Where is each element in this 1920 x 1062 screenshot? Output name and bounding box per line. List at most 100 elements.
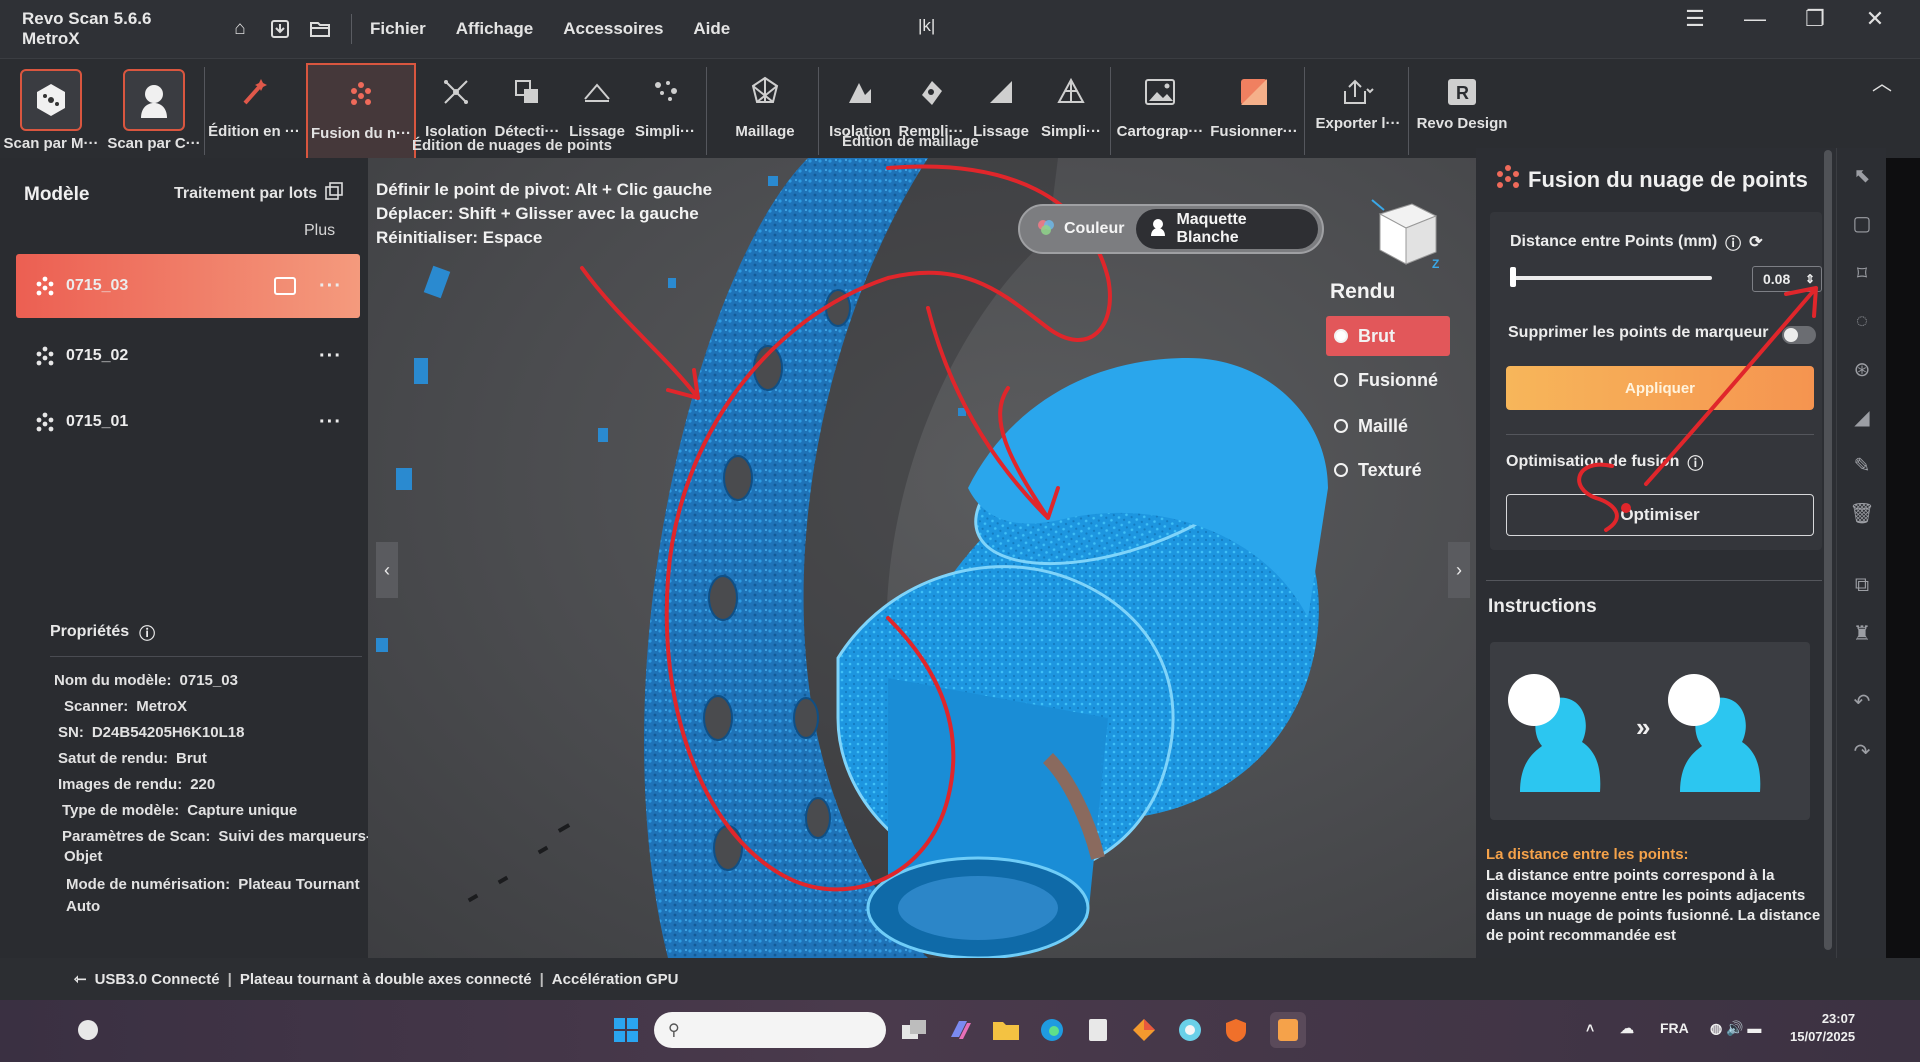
render-option-fused[interactable]: Fusionné xyxy=(1326,360,1450,400)
display-mode-toggle[interactable]: Couleur Maquette Blanche xyxy=(1018,204,1324,254)
render-option-mesh[interactable]: Maillé xyxy=(1326,406,1450,446)
menu-bar: Fichier Affichage Accessoires Aide xyxy=(370,19,730,39)
group-label-mesh: Édition de maillage xyxy=(842,133,979,150)
export-icon xyxy=(1335,69,1381,115)
model-name: 0715_02 xyxy=(66,347,129,364)
mapping-button[interactable]: Cartograp··· xyxy=(1116,63,1204,159)
home-icon[interactable]: ⌂ xyxy=(227,16,253,42)
isolation-mesh-icon xyxy=(837,69,883,115)
mode-white-option[interactable]: Maquette Blanche xyxy=(1136,209,1318,249)
scan-marker-button[interactable]: Scan par M··· xyxy=(4,63,99,159)
prop-render-images: Images de rendu: 220 xyxy=(58,776,215,793)
mode-color-option[interactable]: Couleur xyxy=(1024,209,1136,249)
model-item[interactable]: 0715_02 ··· xyxy=(16,324,360,388)
info-icon[interactable]: ⓘ xyxy=(139,620,155,644)
merge-button[interactable]: Fusionner··· xyxy=(1208,63,1300,159)
rectangle-select-icon[interactable]: ▢ xyxy=(1849,210,1875,236)
reset-icon[interactable]: ⟳ xyxy=(1749,232,1762,252)
panel-scrollbar[interactable] xyxy=(1824,150,1832,950)
model-item[interactable]: 0715_01 ··· xyxy=(16,390,360,454)
render-option-label: Fusionné xyxy=(1358,369,1438,390)
collapse-ribbon-icon[interactable]: ︿ xyxy=(1872,67,1892,96)
menu-aide[interactable]: Aide xyxy=(693,19,730,39)
fusion-button[interactable]: Fusion du n··· xyxy=(306,63,416,159)
menu-fichier[interactable]: Fichier xyxy=(370,19,426,39)
settings-sliders-icon[interactable]: ☰ xyxy=(1680,4,1710,34)
simplify-label: Simpli··· xyxy=(635,123,695,140)
widgets-icon[interactable] xyxy=(70,1012,106,1048)
clean-icon[interactable]: ♜ xyxy=(1849,620,1875,646)
security-shield-icon[interactable] xyxy=(1218,1012,1254,1048)
task-view-icon[interactable] xyxy=(896,1012,932,1048)
notepad-icon[interactable] xyxy=(1080,1012,1116,1048)
redo-icon[interactable]: ↷ xyxy=(1849,738,1875,764)
batch-label: Traitement par lots xyxy=(174,184,318,202)
prop-model-type: Type de modèle: Capture unique xyxy=(62,802,297,819)
simplify-button[interactable]: Simpli··· xyxy=(632,63,698,159)
plane-cut-icon[interactable]: ◢ xyxy=(1849,404,1875,430)
undo-icon[interactable]: ↶ xyxy=(1849,688,1875,714)
info-icon[interactable]: ⓘ xyxy=(1725,230,1741,254)
radio-icon xyxy=(1334,373,1348,387)
copy-icon[interactable]: ⧉ xyxy=(1849,572,1875,598)
brush-select-icon[interactable]: ◌ xyxy=(1849,308,1875,334)
active-app-icon[interactable] xyxy=(1270,1012,1306,1048)
menu-accessoires[interactable]: Accessoires xyxy=(563,19,663,39)
expand-left-panel-button[interactable]: ‹ xyxy=(376,542,398,598)
render-option-label: Brut xyxy=(1358,325,1395,346)
more-options-icon[interactable]: ··· xyxy=(319,411,342,434)
clock-date: 15/07/2025 xyxy=(1790,1029,1856,1044)
start-icon[interactable] xyxy=(608,1012,644,1048)
meshing-button[interactable]: Maillage xyxy=(722,63,808,159)
cloud-icon[interactable]: ☁ xyxy=(1620,1020,1634,1037)
revo-design-button[interactable]: R Revo Design xyxy=(1412,63,1512,159)
prop-value: Capture unique xyxy=(187,802,298,819)
minimize-button[interactable]: — xyxy=(1740,4,1770,34)
language-indicator[interactable]: FRA xyxy=(1660,1020,1689,1036)
edge-browser-icon[interactable] xyxy=(1034,1012,1070,1048)
batch-icon xyxy=(325,182,343,205)
more-link[interactable]: Plus xyxy=(304,222,335,240)
close-button[interactable]: ✕ xyxy=(1860,4,1890,34)
taskbar: ⚲ ˄ ☁ FRA ◍ 🔊 ▬ 23:07 15/07/2025 xyxy=(0,1000,1920,1062)
edit-icon[interactable]: ✎ xyxy=(1849,452,1875,478)
menu-affichage[interactable]: Affichage xyxy=(456,19,533,39)
hand-drawn-annotation xyxy=(1577,286,1818,532)
folder-icon[interactable] xyxy=(307,16,333,42)
edit-button[interactable]: Édition en ··· xyxy=(206,63,302,159)
hint-move: Déplacer: Shift + Glisser avec la gauche xyxy=(376,204,699,223)
network-volume-icon[interactable]: ◍ 🔊 ▬ xyxy=(1710,1020,1761,1037)
delete-icon[interactable]: 🗑 xyxy=(1849,500,1875,526)
clock[interactable]: 23:07 15/07/2025 xyxy=(1790,1010,1855,1046)
store-icon[interactable] xyxy=(1126,1012,1162,1048)
copilot-icon[interactable] xyxy=(942,1012,978,1048)
more-options-icon[interactable]: ··· xyxy=(319,275,342,298)
batch-processing-button[interactable]: Traitement par lots xyxy=(174,182,343,205)
restore-button[interactable]: ❐ xyxy=(1800,4,1830,34)
scan-color-button[interactable]: Scan par C··· xyxy=(107,63,201,159)
model-item[interactable]: 0715_03 ··· xyxy=(16,254,360,318)
usb-status: USB3.0 Connecté xyxy=(94,970,220,988)
turntable-status: Plateau tournant à double axes connecté xyxy=(239,970,532,988)
lasso-select-icon[interactable]: ⌑ xyxy=(1849,260,1875,286)
title-bar: Revo Scan 5.6.6 MetroX ⌂ Fichier Afficha… xyxy=(0,0,1920,58)
render-option-raw[interactable]: Brut xyxy=(1326,316,1450,356)
view-cube-icon[interactable]: Z xyxy=(1366,194,1446,270)
revo-scan-app-icon[interactable] xyxy=(1172,1012,1208,1048)
expand-right-panel-button[interactable]: › xyxy=(1448,542,1470,598)
3d-viewport[interactable]: Définir le point de pivot: Alt + Clic ga… xyxy=(368,158,1476,958)
more-options-icon[interactable]: ··· xyxy=(319,345,342,368)
import-icon[interactable] xyxy=(267,16,293,42)
file-explorer-icon[interactable] xyxy=(988,1012,1024,1048)
search-input[interactable]: ⚲ xyxy=(654,1012,886,1048)
simplify-mesh-button[interactable]: Simpli··· xyxy=(1038,63,1104,159)
cursor-icon[interactable]: ⬉ xyxy=(1849,162,1875,188)
visibility-icon[interactable] xyxy=(274,277,296,295)
chevron-up-icon[interactable]: ˄ xyxy=(1586,1020,1594,1036)
smoothing-mesh-label: Lissage xyxy=(973,123,1029,140)
export-button[interactable]: Exporter l··· xyxy=(1310,63,1406,159)
render-option-textured[interactable]: Texturé xyxy=(1326,450,1450,490)
divider xyxy=(1304,67,1305,155)
sphere-icon[interactable]: ⊛ xyxy=(1849,356,1875,382)
separator: | xyxy=(539,970,544,988)
